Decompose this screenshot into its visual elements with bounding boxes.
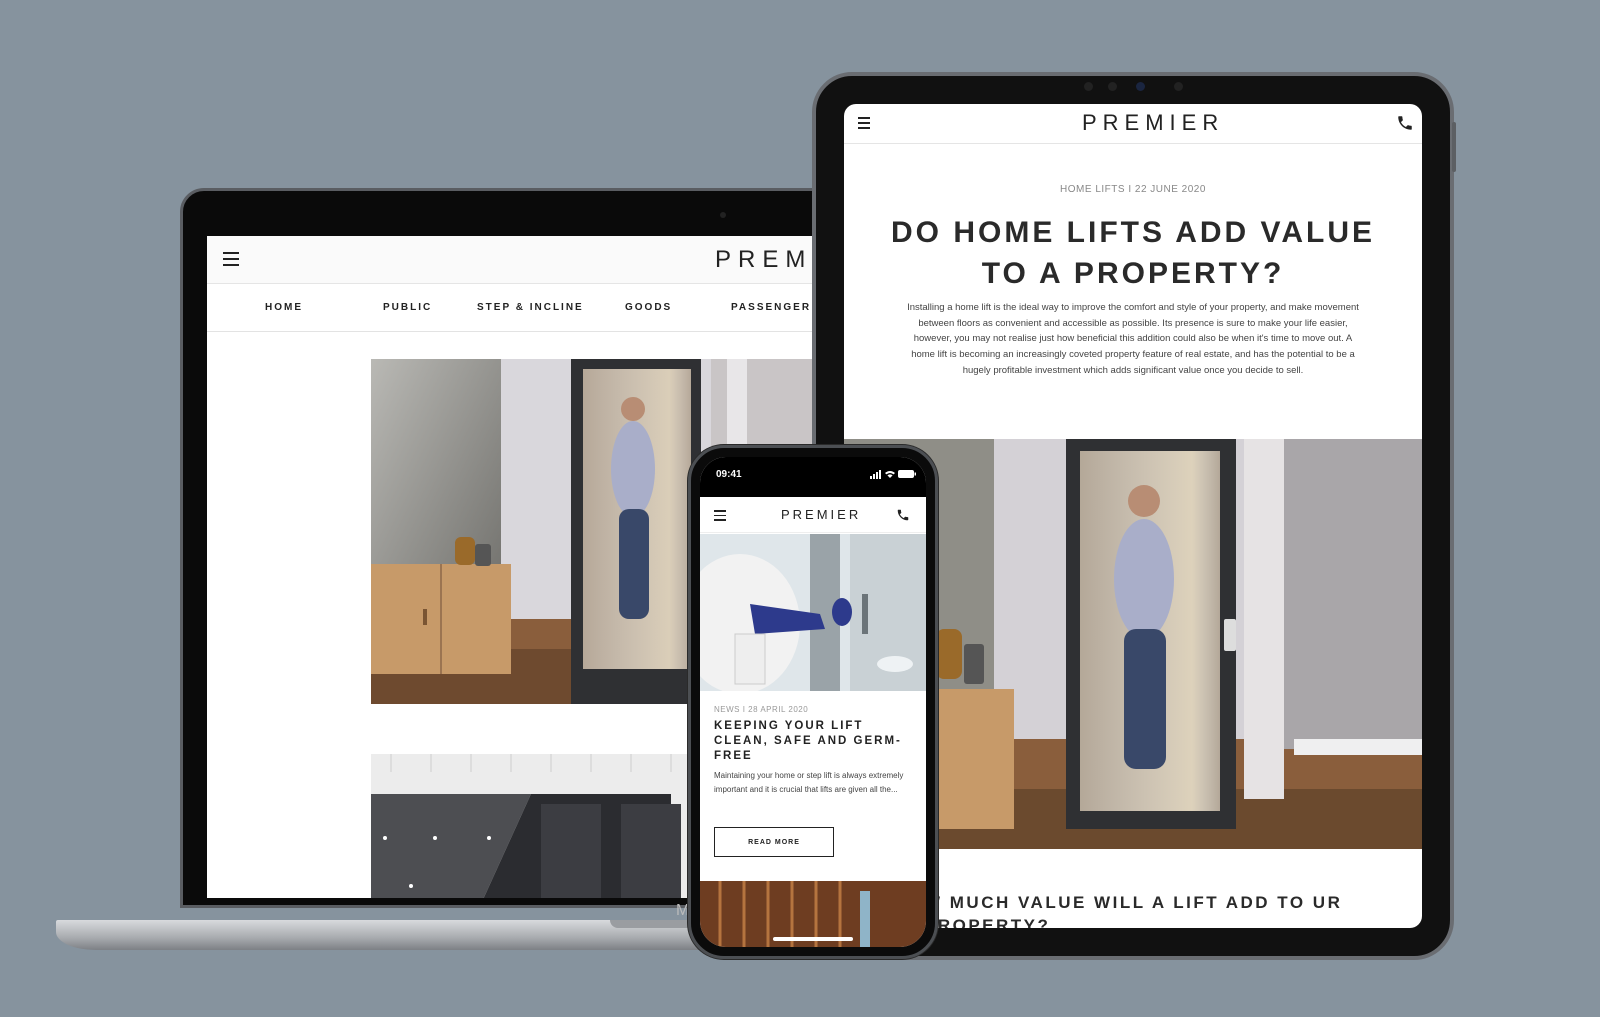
phone-notch — [763, 457, 863, 477]
nav-item-goods[interactable]: GOODS — [625, 302, 672, 313]
article-title: DO HOME LIFTS ADD VALUE TO A PROPERTY? — [891, 216, 1375, 290]
article-subheading: W MUCH VALUE WILL A LIFT ADD TO UR PROPE… — [924, 893, 1343, 928]
article-image-cleaning[interactable] — [700, 534, 926, 691]
status-indicators-icon — [870, 470, 916, 479]
article-excerpt: Maintaining your home or step lift is al… — [714, 771, 904, 794]
nav-item-home[interactable]: HOME — [265, 302, 303, 313]
phone-icon[interactable] — [896, 508, 910, 522]
wifi-icon — [885, 471, 895, 478]
nav-item-step-incline[interactable]: STEP & INCLINE — [477, 302, 584, 313]
article-meta: HOME LIFTS I 22 JUNE 2020 — [1060, 184, 1206, 195]
nav-item-passenger[interactable]: PASSENGER — [731, 302, 811, 313]
tablet-camera-array — [1080, 80, 1190, 94]
article-intro: Installing a home lift is the ideal way … — [907, 302, 1359, 376]
article-title[interactable]: KEEPING YOUR LIFT CLEAN, SAFE AND GERM-F… — [714, 719, 910, 764]
hamburger-menu-icon[interactable] — [858, 117, 870, 132]
phone-icon[interactable] — [1396, 114, 1414, 132]
read-more-button[interactable]: READ MORE — [714, 827, 834, 857]
site-header: PREMIER — [700, 497, 926, 533]
status-time: 09:41 — [716, 469, 742, 480]
article-meta: NEWS I 28 APRIL 2020 — [714, 705, 809, 714]
tablet-side-button — [1452, 122, 1456, 172]
signal-icon — [870, 470, 881, 479]
hamburger-menu-icon[interactable] — [223, 252, 239, 266]
site-logo[interactable]: PREMIE — [715, 246, 827, 274]
laptop-camera — [720, 212, 726, 218]
site-header: PREMIER — [844, 104, 1422, 144]
site-header: PREMIE — [207, 236, 827, 284]
battery-icon — [898, 470, 914, 478]
nav-item-public[interactable]: PUBLIC — [383, 302, 432, 313]
status-bar: 09:41 — [700, 457, 926, 497]
hamburger-menu-icon[interactable] — [714, 510, 726, 524]
site-logo[interactable]: PREMIER — [1082, 110, 1224, 136]
phone-screen: 09:41 PREMIER NEWS I 28 APRIL 2020 KEEPI… — [700, 457, 926, 947]
main-nav: HOME PUBLIC STEP & INCLINE GOODS PASSENG… — [207, 284, 827, 332]
site-logo[interactable]: PREMIER — [781, 507, 861, 522]
home-indicator[interactable] — [773, 937, 853, 941]
